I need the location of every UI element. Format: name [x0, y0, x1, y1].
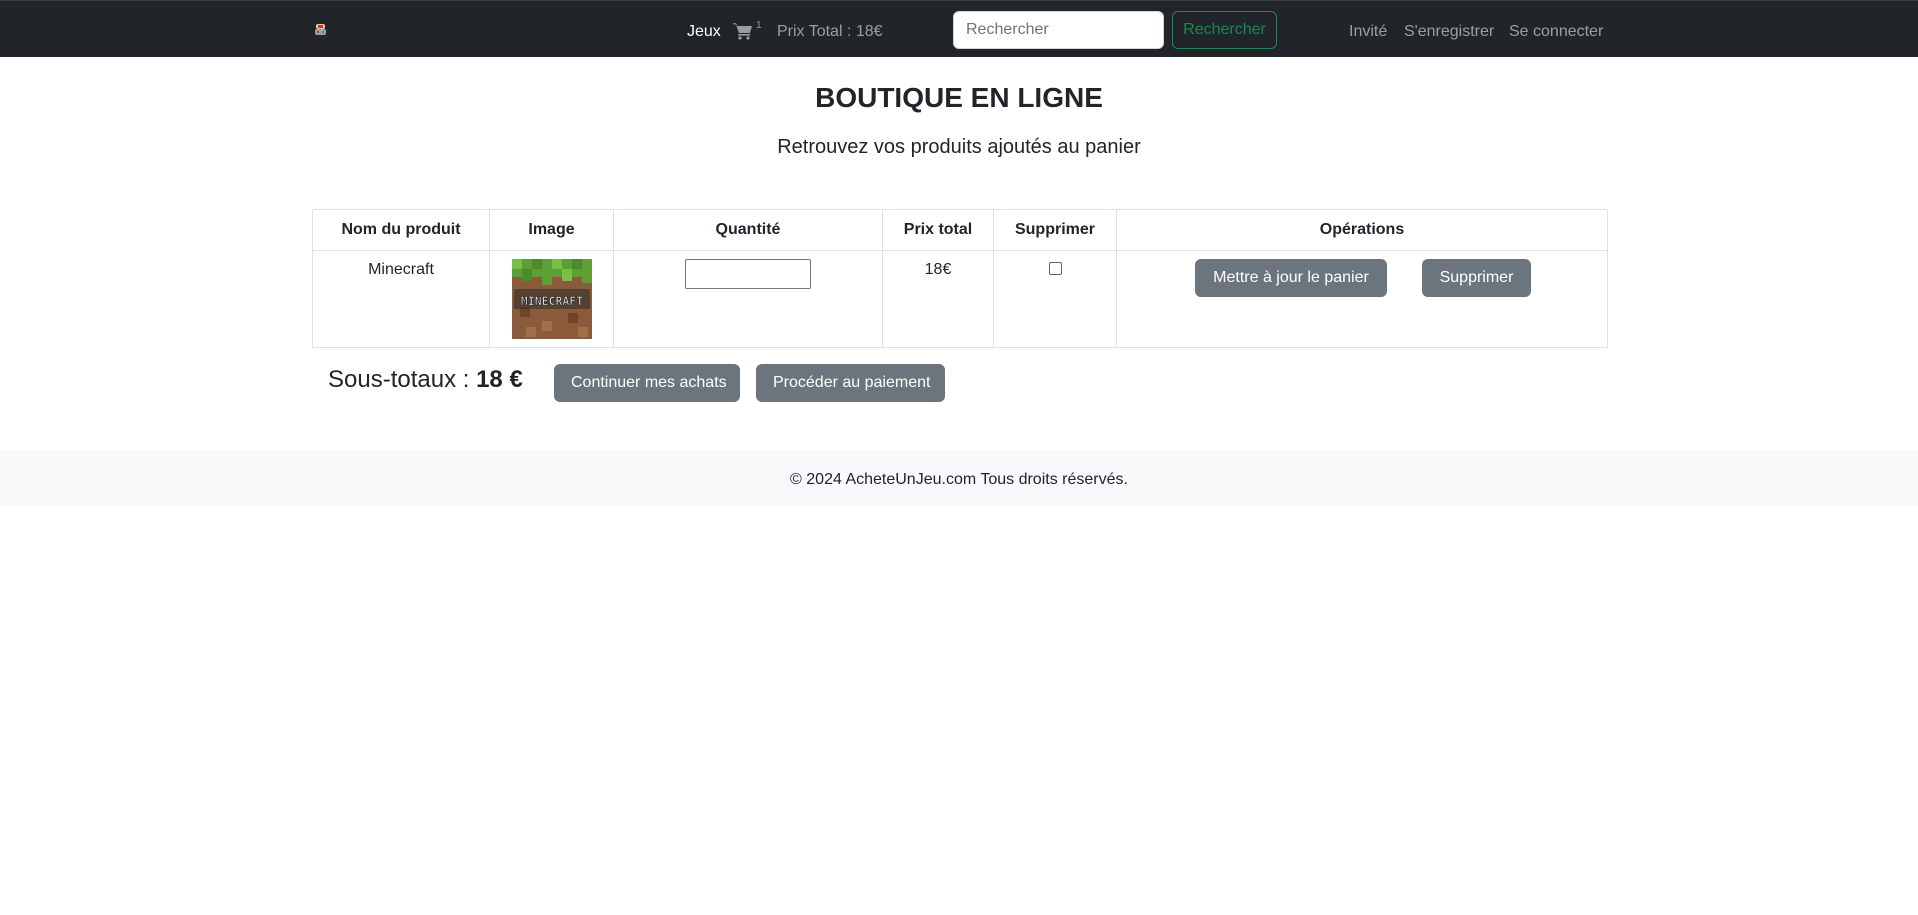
subtotal-value: 18 € — [476, 366, 523, 393]
column-header-remove: Supprimer — [993, 209, 1117, 251]
page-subtitle: Retrouvez vos produits ajoutés au panier — [777, 136, 1141, 158]
operations-cell: Mettre à jour le panier Supprimer — [1116, 250, 1608, 348]
page-footer: © 2024 AcheteUnJeu.com Tous droits réser… — [0, 450, 1918, 505]
top-navbar: Jeux 1 Prix Total : 18€ Rechercher Invit… — [0, 0, 1918, 57]
product-name-cell: Minecraft — [312, 250, 490, 348]
page-title: BOUTIQUE EN LIGNE — [815, 82, 1103, 113]
column-header-quantity: Quantité — [613, 209, 883, 251]
column-header-operations: Opérations — [1116, 209, 1608, 251]
search-button[interactable]: Rechercher — [1172, 11, 1277, 49]
shopping-cart-icon[interactable] — [733, 22, 753, 40]
remove-checkbox[interactable] — [1048, 262, 1062, 275]
column-header-total-price: Prix total — [882, 209, 994, 251]
delete-item-button[interactable]: Supprimer — [1422, 259, 1531, 297]
table-header-row: Nom du produit Image Quantité Prix total… — [312, 209, 1608, 251]
product-image-cell: MINECRAFT — [489, 250, 614, 348]
minecraft-logo-text: MINECRAFT — [520, 294, 582, 308]
column-header-product-name: Nom du produit — [312, 209, 490, 251]
continue-shopping-button[interactable]: Continuer mes achats — [554, 364, 740, 402]
quantity-input[interactable] — [685, 259, 811, 289]
copyright-text: © 2024 AcheteUnJeu.com Tous droits réser… — [790, 471, 1128, 488]
subtotal-label: Sous-totaux : — [328, 366, 477, 393]
checkout-button[interactable]: Procéder au paiement — [756, 364, 945, 402]
nav-link-guest[interactable]: Invité — [1349, 22, 1387, 42]
nav-link-games[interactable]: Jeux — [687, 22, 721, 42]
cart-table: Nom du produit Image Quantité Prix total… — [312, 209, 1608, 348]
nav-link-register[interactable]: S'enregistrer — [1404, 22, 1494, 42]
column-header-image: Image — [489, 209, 614, 251]
remove-cell — [993, 250, 1117, 348]
quantity-cell — [613, 250, 883, 348]
table-row: Minecraft MINECRAFT 18€ Mettre à jour le… — [312, 250, 1608, 348]
search-input[interactable] — [953, 11, 1164, 49]
cart-total-price: Prix Total : 18€ — [777, 23, 883, 40]
subtotal: Sous-totaux : 18 € — [328, 365, 523, 395]
update-cart-button[interactable]: Mettre à jour le panier — [1195, 259, 1387, 297]
nav-link-login[interactable]: Se connecter — [1509, 22, 1603, 42]
minecraft-product-image[interactable]: MINECRAFT — [511, 259, 592, 339]
game-logo-icon[interactable] — [314, 23, 327, 37]
cart-count-badge: 1 — [756, 20, 762, 31]
row-total-price-cell: 18€ — [882, 250, 994, 348]
